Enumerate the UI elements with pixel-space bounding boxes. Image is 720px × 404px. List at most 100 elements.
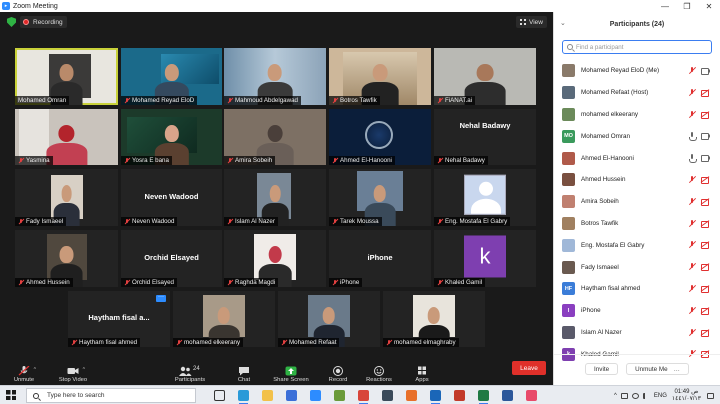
participant-row[interactable]: HF Haytham fisal ahmed	[554, 278, 720, 300]
media-app-icon[interactable]	[526, 390, 537, 401]
minimize-icon[interactable]: —	[654, 0, 676, 12]
chrome-icon[interactable]	[358, 390, 369, 404]
excel-icon[interactable]	[478, 390, 489, 404]
file-explorer-icon[interactable]	[262, 390, 273, 401]
recording-indicator[interactable]: Recording	[20, 16, 67, 28]
wifi-icon[interactable]	[631, 392, 639, 399]
video-tile[interactable]: Amira Sobeih	[224, 109, 326, 165]
participant-search-input[interactable]	[576, 43, 704, 51]
mic-muted-icon[interactable]	[688, 306, 696, 315]
reactions-button[interactable]: Reactions	[364, 360, 394, 383]
video-off-icon[interactable]	[701, 264, 710, 272]
participant-row[interactable]: IiPhone	[554, 300, 720, 322]
caret-up-icon[interactable]: ^	[83, 367, 85, 373]
participant-row[interactable]: Amira Sobeih	[554, 191, 720, 213]
battery-icon[interactable]	[620, 392, 628, 399]
participant-row[interactable]: Ahmed El-Hanooni	[554, 147, 720, 169]
name-tile[interactable]: Nehal Badawy Nehal Badawy	[434, 109, 536, 165]
record-button[interactable]: Record	[325, 360, 351, 383]
participant-row[interactable]: MO Mohamed Omran	[554, 125, 720, 147]
maximize-icon[interactable]: ❐	[676, 0, 698, 12]
video-off-icon[interactable]	[701, 242, 710, 250]
participant-row[interactable]: Ahmed Hussein	[554, 169, 720, 191]
more-icon[interactable]: …	[674, 366, 680, 373]
mic-muted-icon[interactable]	[688, 175, 696, 184]
video-tile[interactable]: Fady Ismaeel	[15, 169, 118, 226]
video-tile[interactable]: Ahmed El-Hanooni	[329, 109, 431, 165]
photos-app-icon[interactable]	[334, 390, 345, 401]
mic-muted-icon[interactable]	[688, 328, 696, 337]
mic-muted-icon[interactable]	[688, 263, 696, 271]
share-screen-button[interactable]: Share Screen	[270, 360, 312, 383]
participants-button[interactable]: 24 Participants	[171, 360, 209, 383]
avatar-tile[interactable]: Eng. Mostafa El Gabry	[434, 169, 536, 226]
outlook-icon[interactable]	[430, 390, 441, 404]
close-icon[interactable]: ✕	[698, 0, 720, 12]
video-tile[interactable]: mohamed elmaghraby	[383, 291, 485, 347]
video-tile[interactable]: Raghda Magdi	[224, 230, 326, 287]
participant-row[interactable]: Mohamed Refaat (Host)	[554, 82, 720, 104]
video-off-icon[interactable]	[701, 285, 710, 293]
video-camera-icon[interactable]	[701, 68, 710, 75]
participant-search-box[interactable]	[562, 40, 712, 54]
security-shield-icon[interactable]	[7, 17, 16, 27]
edge-browser-icon[interactable]	[238, 390, 249, 404]
video-tile[interactable]: Ahmed Hussein	[15, 230, 118, 287]
chat-button[interactable]: Chat	[234, 360, 254, 383]
letter-tile[interactable]: k Khaled Gamil	[434, 230, 536, 287]
task-view-icon[interactable]	[214, 390, 225, 401]
stop-video-button[interactable]: ^ Stop Video	[56, 360, 90, 383]
video-tile[interactable]: Mohamed Refaat	[278, 291, 380, 347]
store-icon[interactable]	[286, 390, 297, 401]
name-tile[interactable]: iPhone iPhone	[329, 230, 431, 287]
participant-row[interactable]: mohamed elkeerany	[554, 104, 720, 126]
chevron-up-icon[interactable]: ^	[614, 393, 617, 399]
chevron-down-icon[interactable]: ⌄	[560, 19, 566, 27]
video-off-icon[interactable]	[701, 329, 710, 337]
leave-button[interactable]: Leave	[512, 361, 546, 375]
mic-icon[interactable]	[688, 154, 697, 164]
video-off-icon[interactable]	[701, 307, 710, 315]
video-tile[interactable]: Botros Tawfik	[329, 48, 431, 105]
word-icon[interactable]	[502, 390, 513, 401]
unmute-button[interactable]: ^ Unmute	[10, 360, 38, 383]
mic-muted-icon[interactable]	[688, 67, 696, 75]
mic-muted-icon[interactable]	[688, 197, 696, 206]
windows-start-icon[interactable]	[6, 390, 16, 400]
powerpoint-icon[interactable]	[454, 390, 465, 401]
participant-row[interactable]: Mohamed Reyad EloD (Me)	[554, 60, 720, 82]
video-off-icon[interactable]	[701, 220, 710, 228]
mic-muted-icon[interactable]	[688, 284, 696, 293]
firefox-icon[interactable]	[406, 390, 417, 401]
taskbar-search-box[interactable]: Type here to search	[26, 388, 196, 403]
language-indicator[interactable]: ENG	[654, 393, 667, 399]
more-options-icon[interactable]: ···	[156, 294, 166, 302]
video-tile[interactable]: FiANAT.ai	[434, 48, 536, 105]
video-tile[interactable]: Mohamed Omran	[15, 48, 118, 105]
name-tile[interactable]: ··· Haytham fisal a... Haytham fisal ahm…	[68, 291, 170, 347]
video-tile[interactable]: Mohamed Reyad EloD	[121, 48, 222, 105]
video-off-icon[interactable]	[701, 198, 710, 206]
mic-muted-icon[interactable]	[688, 219, 696, 228]
name-tile[interactable]: Neven Wadood Neven Wadood	[121, 169, 222, 226]
notification-icon[interactable]	[707, 392, 714, 399]
clock[interactable]: 01:49 ص ١٤٤١/٠٧/١٣	[672, 389, 701, 403]
video-off-icon[interactable]	[701, 176, 710, 184]
participant-row[interactable]: Islam Al Nazer	[554, 322, 720, 344]
video-camera-icon[interactable]	[701, 155, 710, 163]
mic-icon[interactable]	[688, 132, 697, 142]
video-tile[interactable]: mohamed elkeerany	[173, 291, 275, 347]
video-tile[interactable]: Yasmina	[15, 109, 118, 165]
participant-row[interactable]: Botros Tawfik	[554, 213, 720, 235]
zoom-app-icon[interactable]	[310, 390, 321, 401]
settings-app-icon[interactable]	[382, 390, 393, 401]
video-off-icon[interactable]	[701, 89, 710, 97]
video-tile[interactable]: Tarek Moussa	[329, 169, 431, 226]
video-tile[interactable]: Yosra E bana	[121, 109, 222, 165]
caret-up-icon[interactable]: ^	[34, 367, 36, 373]
participant-row[interactable]: Fady Ismaeel	[554, 256, 720, 278]
apps-button[interactable]: Apps	[412, 360, 432, 383]
name-tile[interactable]: Orchid Elsayed Orchid Elsayed	[121, 230, 222, 287]
mic-muted-icon[interactable]	[688, 110, 696, 119]
unmute-me-button[interactable]: Unmute Me…	[626, 363, 689, 375]
